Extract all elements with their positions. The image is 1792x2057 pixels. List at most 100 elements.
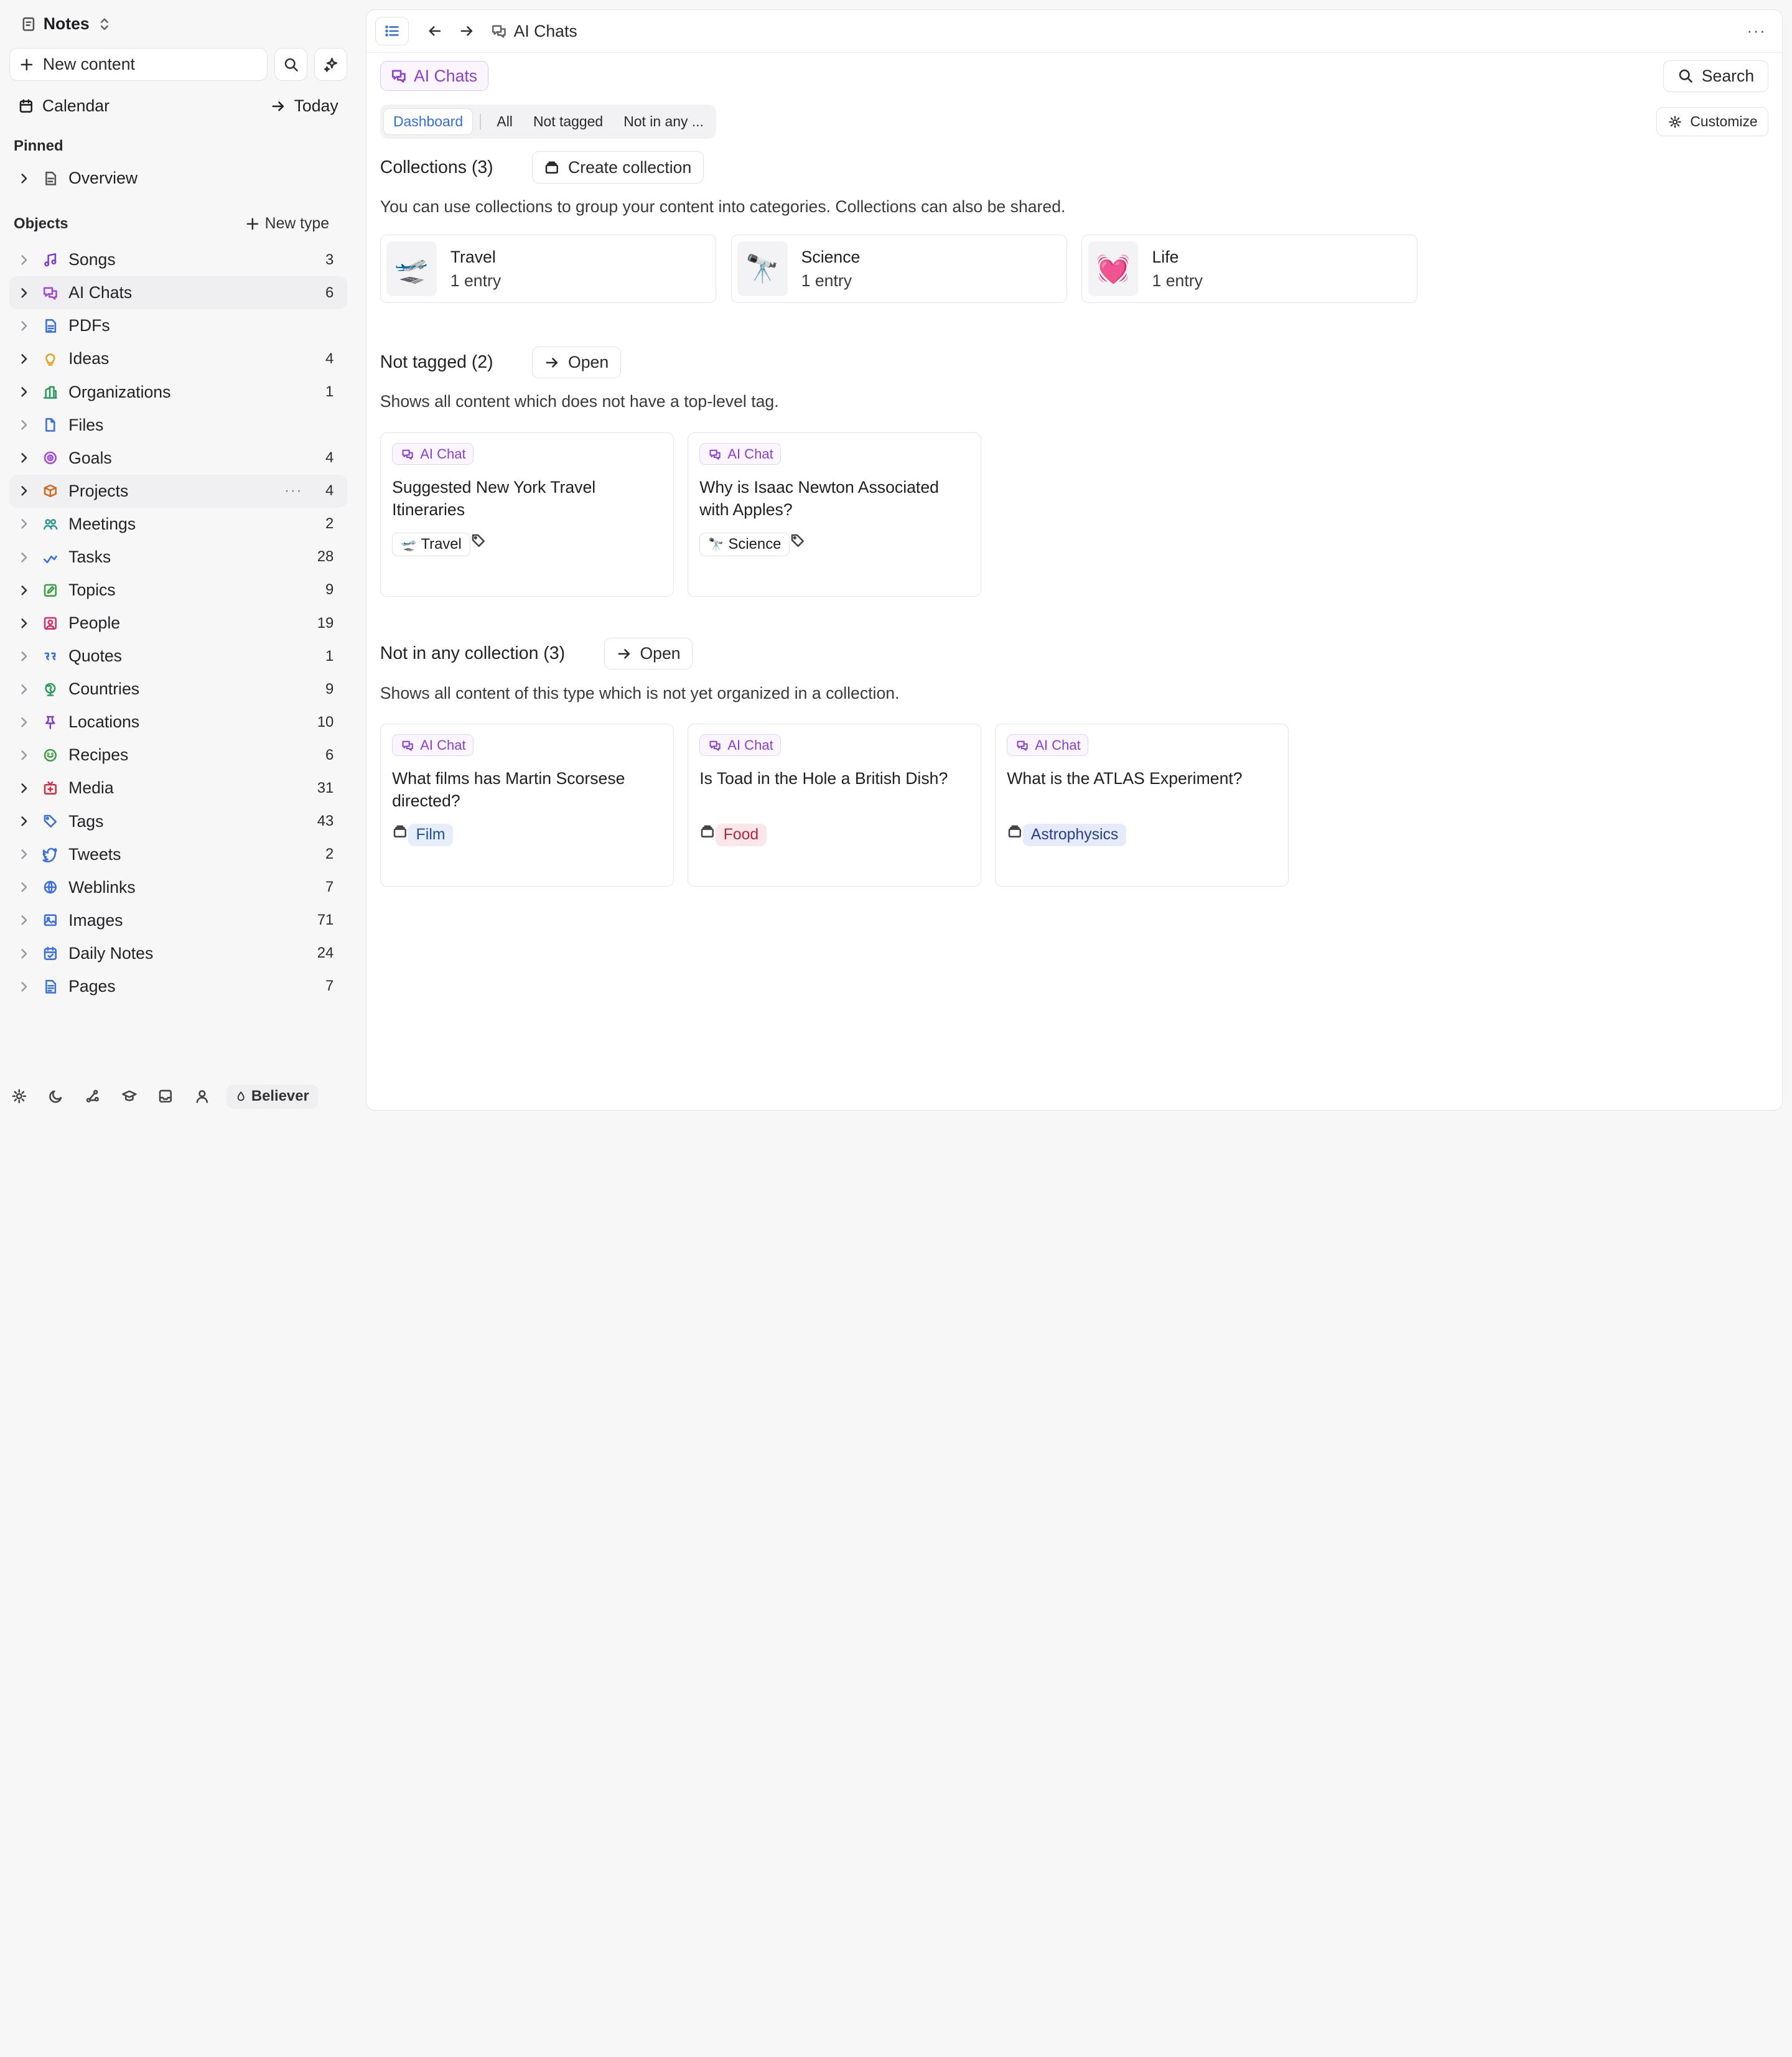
sidebar-item-weblinks[interactable]: Weblinks 7 <box>9 871 348 904</box>
chevron-right-icon[interactable] <box>16 516 32 532</box>
sidebar-item-organizations[interactable]: Organizations 1 <box>9 375 348 408</box>
sidebar-item-quotes[interactable]: Quotes 1 <box>9 640 348 673</box>
moon-icon[interactable] <box>48 1088 64 1104</box>
collection-tag[interactable]: 🛫 Travel <box>392 533 470 556</box>
ai-assist-button[interactable] <box>314 48 348 82</box>
topic-label[interactable]: Astrophysics <box>1022 824 1127 846</box>
chevron-right-icon[interactable] <box>16 417 32 433</box>
sidebar-item-projects[interactable]: Projects ··· 4 <box>9 474 348 508</box>
type-chip[interactable]: AI Chat <box>392 734 474 757</box>
sidebar-item-tweets[interactable]: Tweets 2 <box>9 838 348 871</box>
sidebar-item-media[interactable]: Media 31 <box>9 772 348 805</box>
chevron-right-icon[interactable] <box>16 351 32 367</box>
chevron-right-icon[interactable] <box>16 285 32 301</box>
chevron-right-icon[interactable] <box>16 648 32 665</box>
sidebar-item-recipes[interactable]: Recipes 6 <box>9 739 348 772</box>
graph-icon[interactable] <box>85 1088 101 1104</box>
type-pill[interactable]: AI Chats <box>380 61 488 91</box>
plan-badge[interactable]: Believer <box>226 1084 319 1109</box>
gear-icon[interactable] <box>11 1088 27 1104</box>
tab-not-tagged[interactable]: Not tagged <box>524 109 612 135</box>
type-chip[interactable]: AI Chat <box>392 443 474 465</box>
calendar-link[interactable]: Calendar <box>18 96 110 116</box>
chevron-right-icon[interactable] <box>16 252 32 268</box>
collection-tag[interactable]: 🔭 Science <box>699 533 790 556</box>
graduation-cap-icon[interactable] <box>121 1088 138 1104</box>
more-options-icon[interactable]: ··· <box>1747 22 1773 40</box>
chevron-right-icon[interactable] <box>16 846 32 862</box>
chevron-right-icon[interactable] <box>16 714 32 730</box>
content-card[interactable]: AI Chat What is the ATLAS Experiment? Astr… <box>994 723 1289 887</box>
create-collection-button[interactable]: Create collection <box>532 151 704 184</box>
back-arrow-icon[interactable] <box>427 23 443 39</box>
chevron-right-icon[interactable] <box>16 615 32 632</box>
chevron-right-icon[interactable] <box>16 879 32 895</box>
content-card[interactable]: AI Chat Suggested New York Travel Itinera… <box>380 432 674 597</box>
new-content-button[interactable]: New content <box>9 48 268 82</box>
content-card[interactable]: AI Chat Why is Isaac Newton Associated wi… <box>687 432 981 597</box>
tab-not-in-any[interactable]: Not in any ... <box>615 109 713 135</box>
chevron-right-icon[interactable] <box>16 912 32 928</box>
search-button[interactable] <box>274 48 308 82</box>
type-chip[interactable]: AI Chat <box>699 734 781 757</box>
not-tagged-open-button[interactable]: Open <box>532 347 621 379</box>
chevron-right-icon[interactable] <box>16 582 32 599</box>
sidebar-item-pdfs[interactable]: PDFs <box>9 309 348 342</box>
sidebar-item-tags[interactable]: Tags 43 <box>9 805 348 838</box>
breadcrumb[interactable]: AI Chats <box>491 22 577 41</box>
chevron-right-icon[interactable] <box>16 318 32 334</box>
chevron-right-icon[interactable] <box>16 170 32 187</box>
search-button[interactable]: Search <box>1663 60 1769 92</box>
type-chip[interactable]: AI Chat <box>699 443 781 465</box>
collection-card-science[interactable]: 🔭 Science 1 entry <box>730 235 1067 304</box>
sidebar-item-topics[interactable]: Topics 9 <box>9 574 348 607</box>
content-card[interactable]: AI Chat Is Toad in the Hole a British Dis… <box>687 723 981 887</box>
not-in-collection-open-button[interactable]: Open <box>604 638 693 670</box>
sidebar-toggle-button[interactable] <box>375 17 409 46</box>
sidebar-item-images[interactable]: Images 71 <box>9 904 348 937</box>
sidebar-item-daily-notes[interactable]: Daily Notes 24 <box>9 937 348 970</box>
collection-card-life[interactable]: 💓 Life 1 entry <box>1081 235 1418 304</box>
tab-dashboard[interactable]: Dashboard <box>383 108 473 136</box>
new-type-button[interactable]: New type <box>245 215 343 233</box>
chevron-right-icon[interactable] <box>16 780 32 796</box>
topic-label[interactable]: Food <box>715 824 767 846</box>
tab-all[interactable]: All <box>488 109 522 135</box>
tag-icon[interactable] <box>470 533 487 549</box>
collection-card-travel[interactable]: 🛫 Travel 1 entry <box>380 235 716 304</box>
chevron-right-icon[interactable] <box>16 549 32 566</box>
customize-button[interactable]: Customize <box>1656 106 1769 137</box>
sidebar-item-meetings[interactable]: Meetings 2 <box>9 508 348 541</box>
chevron-right-icon[interactable] <box>16 450 32 466</box>
collection-icon[interactable] <box>1007 823 1023 839</box>
sidebar-item-ideas[interactable]: Ideas 4 <box>9 342 348 375</box>
chevron-right-icon[interactable] <box>16 384 32 400</box>
topic-label[interactable]: Film <box>408 824 454 846</box>
sidebar-item-countries[interactable]: Countries 9 <box>9 673 348 706</box>
sidebar-item-goals[interactable]: Goals 4 <box>9 442 348 475</box>
pinned-item-overview[interactable]: Overview <box>9 161 348 195</box>
sidebar-item-locations[interactable]: Locations 10 <box>9 706 348 739</box>
user-icon[interactable] <box>194 1088 210 1104</box>
sidebar-item-pages[interactable]: Pages 7 <box>9 970 348 1003</box>
sidebar-item-tasks[interactable]: Tasks 28 <box>9 541 348 574</box>
content-card[interactable]: AI Chat What films has Martin Scorsese di… <box>380 723 674 887</box>
sidebar-item-people[interactable]: People 19 <box>9 607 348 640</box>
sidebar-item-songs[interactable]: Songs 3 <box>9 243 348 276</box>
chevron-right-icon[interactable] <box>16 483 32 499</box>
sidebar-item-files[interactable]: Files <box>9 409 348 442</box>
tag-icon[interactable] <box>790 533 806 549</box>
chevron-right-icon[interactable] <box>16 946 32 962</box>
collection-icon[interactable] <box>392 823 408 839</box>
type-chip[interactable]: AI Chat <box>1007 734 1088 757</box>
workspace-switcher[interactable]: Notes <box>9 0 348 48</box>
chevron-right-icon[interactable] <box>16 979 32 995</box>
today-link[interactable]: Today <box>270 96 338 116</box>
sidebar-item-ai-chats[interactable]: AI Chats 6 <box>9 276 348 310</box>
chevron-right-icon[interactable] <box>16 813 32 829</box>
forward-arrow-icon[interactable] <box>459 23 475 39</box>
collection-icon[interactable] <box>699 823 716 839</box>
chevron-right-icon[interactable] <box>16 747 32 763</box>
chevron-right-icon[interactable] <box>16 681 32 697</box>
inbox-icon[interactable] <box>157 1088 174 1104</box>
